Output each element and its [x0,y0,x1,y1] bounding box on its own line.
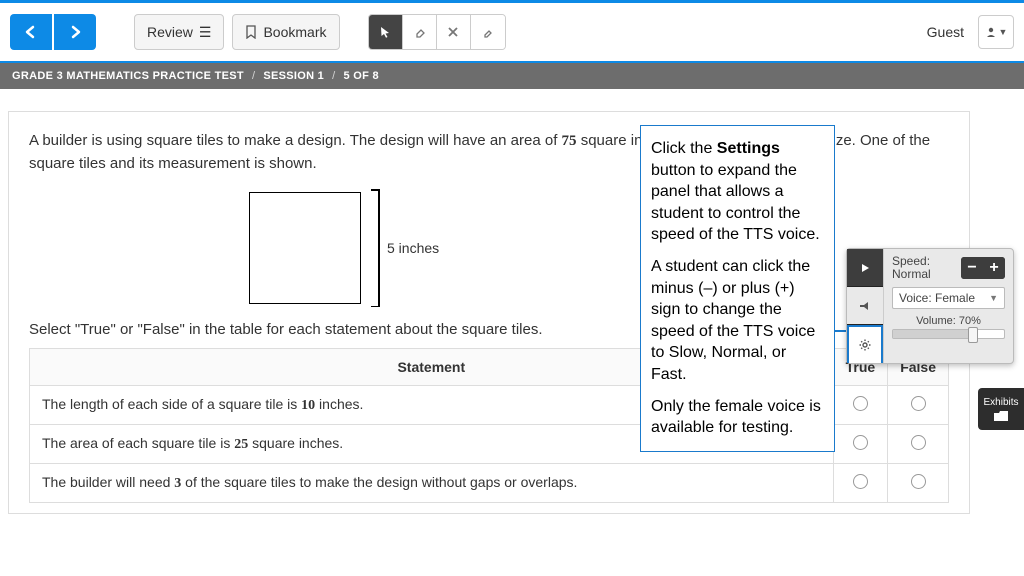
crumb-progress: 5 OF 8 [343,70,378,82]
eraser-tool[interactable] [403,15,437,49]
intro-text-a: A builder is using square tiles to make … [29,132,562,149]
caret-down-icon: ▼ [999,27,1008,37]
review-label: Review [147,24,193,40]
user-menu-button[interactable]: ▼ [978,15,1014,49]
tts-play-button[interactable] [847,249,883,287]
voice-select[interactable]: Voice: Female ▼ [892,287,1005,309]
tile-box [249,192,361,304]
radio-false[interactable] [911,396,926,411]
stmt-cell: The builder will need 3 of the square ti… [30,464,834,503]
megaphone-icon [858,300,872,312]
bookmark-icon [245,25,257,39]
volume-label: Volume: 70% [892,315,1005,327]
user-icon [985,26,997,38]
toolbar: Review ☰ Bookmark Guest ▼ [0,3,1024,63]
speed-minus-button[interactable]: − [961,257,983,279]
guest-label: Guest [927,24,964,40]
radio-true[interactable] [853,474,868,489]
tool-group [368,14,506,50]
folder-icon [993,410,1009,422]
play-icon [859,262,871,274]
next-button[interactable] [54,14,96,50]
measure-bracket: 5 inches [371,189,439,307]
voice-row: Voice: Female ▼ [892,287,1005,309]
cursor-icon [378,25,392,39]
arrow-left-icon [23,25,39,39]
crumb-session: SESSION 1 [263,70,324,82]
arrow-right-icon [67,25,83,39]
speed-buttons: − + [961,257,1005,279]
gear-icon [858,338,872,352]
nav-group [10,14,96,50]
volume-slider[interactable] [892,329,1005,339]
crumb-sep: / [332,70,335,82]
speed-row: Speed: Normal − + [892,255,1005,281]
intro-area: 75 [562,133,577,149]
radio-true[interactable] [853,435,868,450]
review-button[interactable]: Review ☰ [134,14,224,50]
tts-settings-button[interactable] [847,325,883,363]
highlighter-icon [481,25,495,39]
caret-down-icon: ▼ [989,293,998,303]
radio-true[interactable] [853,396,868,411]
list-icon: ☰ [199,24,212,41]
speed-value: Normal [892,268,955,281]
crumb-test: GRADE 3 MATHEMATICS PRACTICE TEST [12,70,244,82]
radio-false[interactable] [911,474,926,489]
prev-button[interactable] [10,14,52,50]
radio-false[interactable] [911,435,926,450]
pointer-tool[interactable] [369,15,403,49]
speed-plus-button[interactable]: + [983,257,1005,279]
eraser-icon [412,25,426,39]
tts-voice-button[interactable] [847,287,883,325]
tts-panel: Speed: Normal − + Voice: Female ▼ Volume… [846,248,1014,364]
bookmark-label: Bookmark [263,24,326,40]
table-row: The builder will need 3 of the square ti… [30,464,949,503]
help-callout: Click the Settings button to expand the … [640,125,835,452]
crumb-sep: / [252,70,255,82]
x-icon [447,26,459,38]
exhibits-tab[interactable]: Exhibits [978,388,1024,430]
exhibits-label: Exhibits [983,397,1018,408]
tts-icon-column [847,249,884,363]
tile-label: 5 inches [387,240,439,256]
volume-row: Volume: 70% [892,315,1005,339]
highlight-tool[interactable] [471,15,505,49]
voice-label: Voice: Female [899,291,975,305]
tts-body: Speed: Normal − + Voice: Female ▼ Volume… [884,249,1013,363]
clear-tool[interactable] [437,15,471,49]
volume-thumb[interactable] [968,327,978,343]
breadcrumb: GRADE 3 MATHEMATICS PRACTICE TEST / SESS… [0,63,1024,89]
tile-figure: 5 inches [249,189,949,307]
bookmark-button[interactable]: Bookmark [232,14,339,50]
